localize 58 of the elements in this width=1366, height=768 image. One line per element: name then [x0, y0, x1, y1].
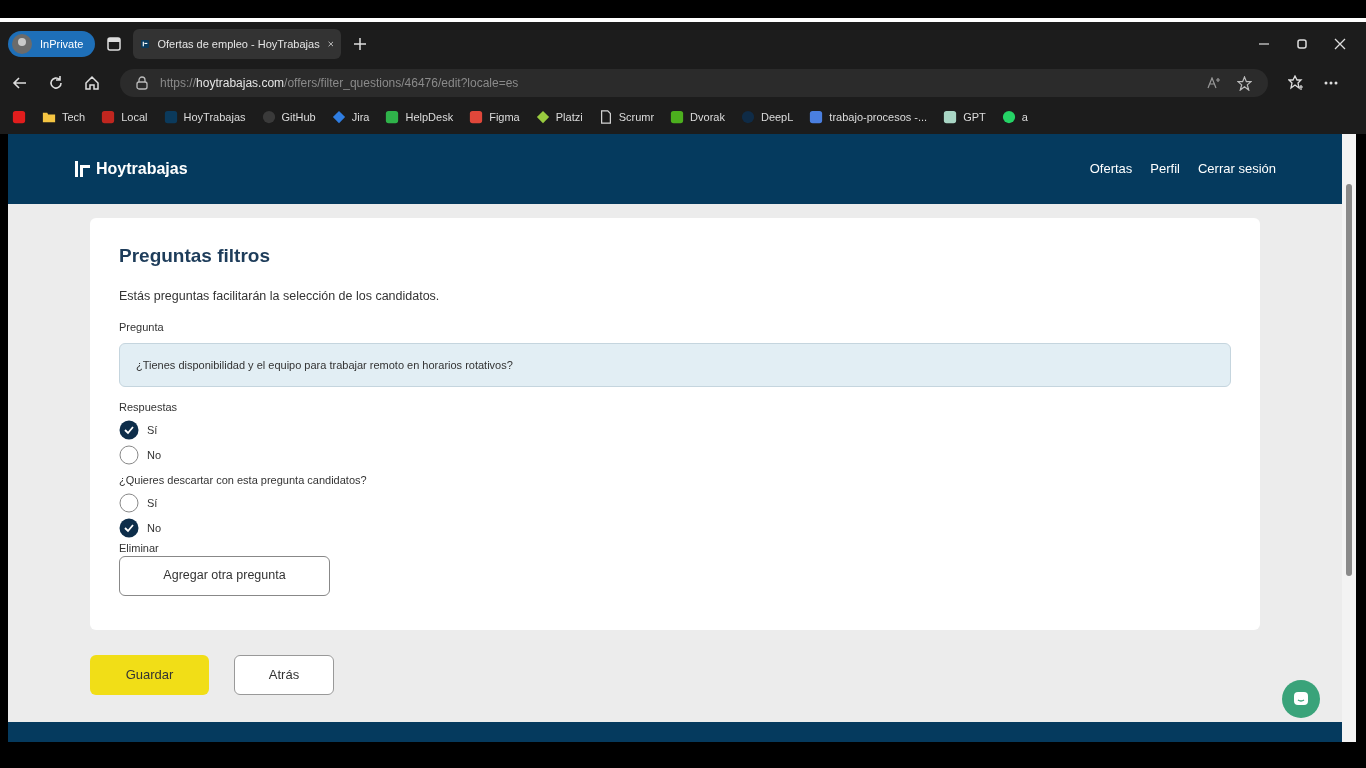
browser-tab[interactable]: Ofertas de empleo - HoyTrabajas [133, 29, 342, 59]
bookmark[interactable]: HoyTrabajas [163, 108, 246, 126]
close-icon[interactable] [327, 39, 334, 49]
favorites-icon[interactable] [1288, 75, 1304, 91]
nav-link[interactable]: Perfil [1150, 159, 1180, 179]
chat-icon [1292, 690, 1310, 708]
bookmark[interactable]: Local [101, 108, 148, 126]
group-label: ¿Quieres descartar con esta pregunta candidatos? [119, 472, 368, 487]
field-label: Pregunta [119, 320, 165, 336]
lock-icon [136, 76, 148, 90]
bookmark[interactable]: trabajo-procesos -... [809, 108, 928, 126]
bookmark[interactable]: HelpDesk [385, 108, 454, 126]
brand-logo[interactable]: Hoytrabajas [74, 157, 188, 181]
question-field[interactable]: ¿Tienes disponibilidad y el equipo para trabajar remoto en horarios rotativos? [119, 342, 1231, 387]
bookmark[interactable]: Platzi [535, 108, 583, 126]
bookmark[interactable]: GPT [943, 108, 986, 126]
radio-button[interactable] [119, 420, 139, 441]
bookmark[interactable]: DeepL [740, 108, 794, 126]
bookmark[interactable]: Dvorak [670, 108, 725, 126]
read-aloud-icon[interactable] [1207, 77, 1221, 89]
option-label: Sí [147, 423, 158, 438]
radio-button[interactable] [119, 518, 139, 539]
nav-link[interactable]: Cerrar sesión [1197, 159, 1276, 179]
logo-mark-icon [74, 160, 92, 178]
more-icon[interactable] [1324, 81, 1338, 85]
card-description: Estás preguntas facilitarán la selección de los candidatos. [119, 287, 441, 305]
bookmark[interactable]: Figma [469, 108, 520, 126]
back-icon[interactable] [12, 75, 28, 91]
add-question-button[interactable]: Agregar otra pregunta [119, 555, 330, 596]
bookmark[interactable]: a [1001, 108, 1028, 126]
bookmark[interactable]: Scrumr [598, 108, 655, 126]
save-button[interactable]: Guardar [90, 655, 209, 695]
site-logo-icon [141, 37, 150, 51]
profile-button[interactable]: InPrivate [8, 31, 96, 57]
option-label: No [147, 448, 162, 463]
card-title: Preguntas filtros [119, 244, 271, 268]
star-icon[interactable] [1237, 75, 1252, 91]
new-tab-icon[interactable] [353, 37, 368, 51]
bookmark[interactable]: Jira [331, 108, 370, 126]
bookmark[interactable]: GitHub [261, 108, 316, 126]
option-label: No [147, 521, 162, 536]
back-button[interactable]: Atrás [234, 655, 334, 695]
bookmark-icon[interactable] [12, 110, 26, 124]
avatar-icon [12, 34, 32, 54]
nav-link[interactable]: Ofertas [1089, 159, 1133, 179]
delete-label[interactable]: Eliminar [119, 540, 1231, 555]
tab-actions-icon[interactable] [107, 37, 122, 51]
reload-icon[interactable] [48, 75, 64, 91]
chat-button[interactable] [1282, 680, 1320, 718]
group-label: Respuestas [119, 399, 179, 414]
option-label: Sí [147, 496, 158, 511]
radio-button[interactable] [119, 445, 139, 466]
address-bar[interactable]: https://hoytrabajas.com/offers/filter_questions/46476/edit?locale=es [120, 69, 1268, 97]
bookmark[interactable]: Tech [42, 108, 86, 126]
home-icon[interactable] [84, 75, 100, 91]
restore-icon[interactable] [1296, 38, 1308, 50]
close-icon[interactable] [1334, 38, 1346, 50]
radio-button[interactable] [119, 493, 139, 514]
